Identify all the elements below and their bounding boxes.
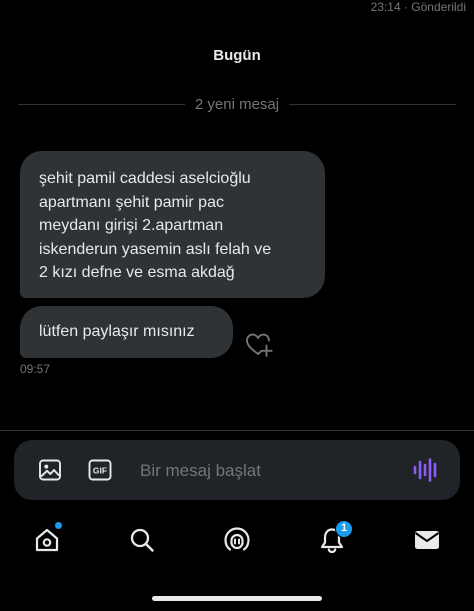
gif-icon: GIF bbox=[88, 459, 112, 481]
tab-notifications[interactable]: 1 bbox=[310, 518, 354, 562]
add-reaction-button[interactable] bbox=[244, 330, 274, 360]
message-input[interactable] bbox=[138, 454, 412, 488]
spaces-icon bbox=[224, 527, 250, 551]
divider-line-left bbox=[18, 103, 185, 105]
new-messages-divider: 2 yeni mesaj bbox=[18, 94, 456, 114]
divider-line-right bbox=[289, 103, 456, 105]
notifications-badge: 1 bbox=[335, 520, 353, 538]
bottom-tab-bar: 1 bbox=[0, 510, 474, 570]
new-messages-label: 2 yeni mesaj bbox=[194, 95, 280, 113]
voice-wave-icon bbox=[413, 458, 437, 482]
voice-message-button[interactable] bbox=[412, 457, 440, 483]
home-unread-dot bbox=[54, 521, 63, 530]
add-gif-button[interactable]: GIF bbox=[88, 459, 112, 481]
tab-messages[interactable] bbox=[405, 518, 449, 562]
search-icon bbox=[130, 528, 154, 552]
image-icon bbox=[39, 459, 61, 481]
message-bubble[interactable]: lütfen paylaşır mısınız bbox=[20, 306, 233, 358]
message-bubble[interactable]: şehit pamil caddesi aselcioğlu apartmanı… bbox=[20, 151, 325, 298]
gif-label: GIF bbox=[93, 466, 107, 476]
sent-status: 23:14 · Gönderildi bbox=[370, 0, 466, 14]
add-media-button[interactable] bbox=[38, 458, 62, 482]
tab-search[interactable] bbox=[120, 518, 164, 562]
tab-home[interactable] bbox=[25, 518, 69, 562]
envelope-icon bbox=[414, 531, 440, 549]
message-composer: GIF bbox=[14, 440, 460, 500]
heart-plus-icon bbox=[246, 333, 273, 357]
date-separator: Bugün bbox=[213, 47, 261, 64]
home-icon bbox=[35, 528, 59, 552]
composer-divider bbox=[0, 430, 474, 431]
tab-spaces[interactable] bbox=[215, 518, 259, 562]
message-timestamp: 09:57 bbox=[20, 362, 51, 376]
home-indicator bbox=[152, 596, 322, 601]
